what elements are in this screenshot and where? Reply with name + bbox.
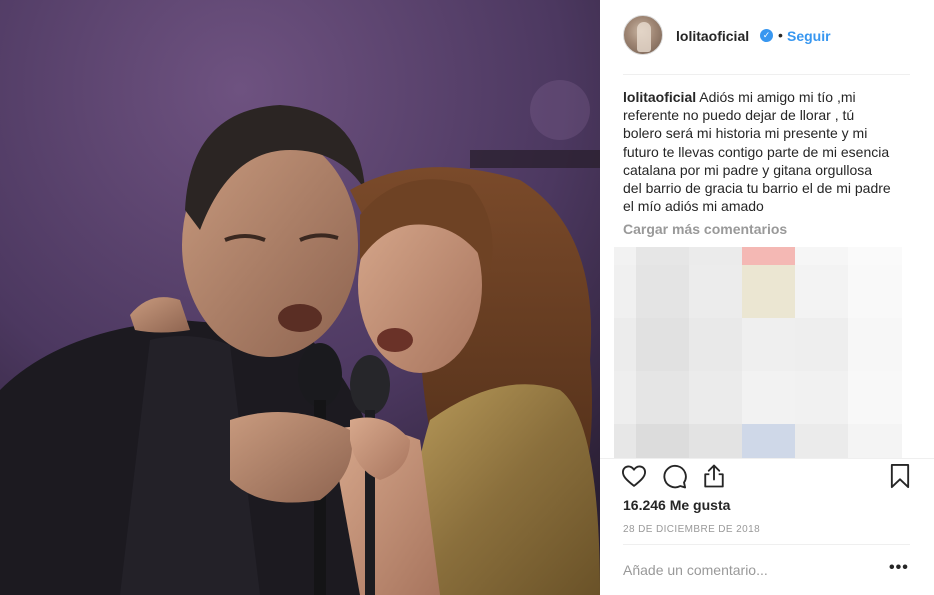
- share-icon[interactable]: [700, 462, 730, 492]
- post-caption: lolitaoficial Adiós mi amigo mi tío ,mi …: [623, 88, 893, 215]
- caption-username-link[interactable]: lolitaoficial: [623, 89, 696, 105]
- comment-input[interactable]: [623, 560, 863, 580]
- bookmark-icon[interactable]: [886, 462, 916, 492]
- comment-icon[interactable]: [660, 462, 690, 492]
- separator-dot: •: [778, 27, 783, 43]
- post-date[interactable]: 28 DE DICIEMBRE DE 2018: [623, 524, 760, 535]
- divider: [623, 544, 910, 545]
- avatar[interactable]: [623, 15, 663, 55]
- load-more-comments-button[interactable]: Cargar más comentarios: [623, 221, 787, 237]
- caption-text: Adiós mi amigo mi tío ,mi referente no p…: [623, 89, 891, 215]
- heart-icon[interactable]: [620, 462, 650, 492]
- pixelated-comments-area: [614, 247, 902, 458]
- username-link[interactable]: lolitaoficial: [676, 28, 749, 44]
- divider: [623, 74, 910, 75]
- follow-button[interactable]: Seguir: [787, 28, 831, 44]
- post-side-panel: lolitaoficial ✓ • Seguir lolitaoficial A…: [600, 0, 934, 595]
- concert-photo-illustration: [0, 0, 600, 595]
- post-photo: [0, 0, 600, 595]
- verified-badge-icon: ✓: [760, 29, 773, 42]
- likes-count-button[interactable]: 16.246 Me gusta: [623, 497, 730, 513]
- post-header: lolitaoficial ✓ • Seguir: [600, 0, 934, 74]
- divider: [600, 458, 934, 459]
- more-options-icon[interactable]: •••: [889, 559, 909, 577]
